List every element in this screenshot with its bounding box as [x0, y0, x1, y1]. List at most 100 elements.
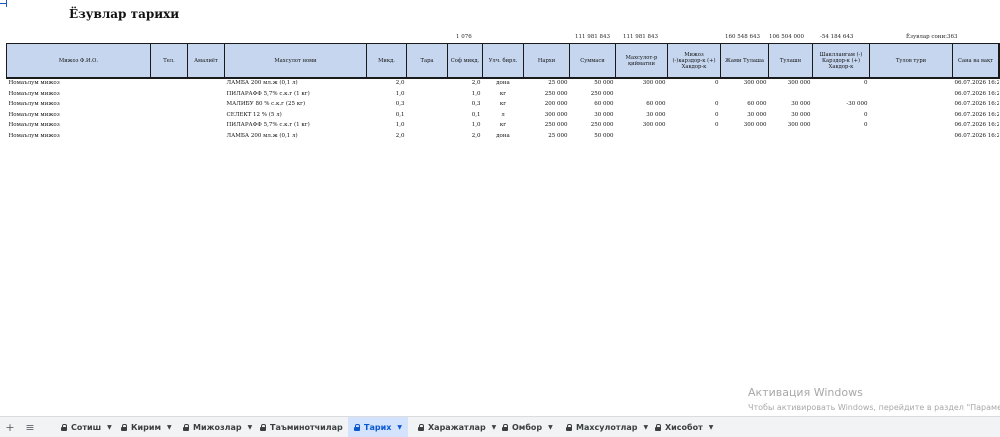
table-cell[interactable]: кг	[483, 120, 524, 131]
sheet-tab[interactable]: Таъминотчилар▼	[254, 417, 359, 437]
sheet-tab[interactable]: Мижозлар ▼	[177, 417, 258, 437]
table-cell[interactable]: 0	[813, 120, 870, 131]
sheet-tab[interactable]: Харажатлар ▼	[412, 417, 502, 437]
table-cell[interactable]	[668, 131, 721, 142]
table-cell[interactable]	[407, 99, 448, 110]
table-cell[interactable]	[616, 131, 668, 142]
table-cell[interactable]	[188, 131, 225, 142]
table-cell[interactable]: 30 000	[616, 110, 668, 121]
table-cell[interactable]	[769, 89, 813, 100]
table-cell[interactable]: 0,1	[367, 110, 407, 121]
table-cell[interactable]: 0	[668, 78, 721, 89]
table-cell[interactable]: кг	[483, 99, 524, 110]
table-cell[interactable]: 250 000	[570, 120, 616, 131]
table-cell[interactable]: 300 000	[769, 78, 813, 89]
table-cell[interactable]: 06.07.2026 16:20	[953, 89, 999, 100]
table-cell[interactable]: 0	[668, 120, 721, 131]
column-header[interactable]: Соф микд.	[447, 43, 483, 78]
sheet-tab[interactable]: Махсулотлар ▼	[560, 417, 654, 437]
table-cell[interactable]: 06.07.2026 16:20	[953, 78, 999, 89]
table-cell[interactable]: 1,0	[367, 120, 407, 131]
table-cell[interactable]: СЕЛЕКТ 12 % (5 л)	[225, 110, 367, 121]
table-cell[interactable]	[769, 131, 813, 142]
table-cell[interactable]	[668, 89, 721, 100]
chevron-down-icon[interactable]: ▼	[397, 424, 402, 431]
column-header[interactable]: Суммаси	[569, 43, 616, 78]
table-cell[interactable]: 1,0	[448, 89, 483, 100]
table-cell[interactable]: 0	[668, 99, 721, 110]
table-cell[interactable]: ЛАМБА 200 мл.ж (0,1 л)	[225, 131, 367, 142]
column-header[interactable]: Нархи	[523, 43, 570, 78]
column-header[interactable]: Шакллангам (-) Карздор-к (+) Хакдор-к	[812, 43, 870, 78]
table-cell[interactable]: Номаълум мижоз	[7, 110, 151, 121]
chevron-down-icon[interactable]: ▼	[548, 424, 553, 431]
table-cell[interactable]	[870, 110, 953, 121]
table-cell[interactable]: ЛАМБА 200 мл.ж (0,1 л)	[225, 78, 367, 89]
table-cell[interactable]	[616, 89, 668, 100]
table-cell[interactable]: 200 000	[524, 99, 570, 110]
table-cell[interactable]: 0	[813, 110, 870, 121]
table-cell[interactable]: Номаълум мижоз	[7, 78, 151, 89]
table-cell[interactable]: 06.07.2026 16:22	[953, 131, 999, 142]
table-cell[interactable]: 0	[813, 78, 870, 89]
table-cell[interactable]: 0	[668, 110, 721, 121]
sheet-tab[interactable]: Кирим ▼	[115, 417, 178, 437]
table-cell[interactable]: 06.07.2026 16:22	[953, 110, 999, 121]
table-cell[interactable]: 250 000	[524, 89, 570, 100]
table-cell[interactable]	[407, 89, 448, 100]
table-cell[interactable]	[870, 99, 953, 110]
table-cell[interactable]	[870, 78, 953, 89]
table-cell[interactable]: Номаълум мижоз	[7, 120, 151, 131]
table-cell[interactable]: 30 000	[721, 110, 769, 121]
column-header[interactable]: Улч. бирл.	[482, 43, 524, 78]
table-cell[interactable]: 300 000	[616, 120, 668, 131]
table-cell[interactable]: 06.07.2026 16:22	[953, 120, 999, 131]
table-cell[interactable]: 50 000	[570, 131, 616, 142]
table-cell[interactable]: 300 000	[721, 120, 769, 131]
table-cell[interactable]: 250 000	[524, 120, 570, 131]
table-cell[interactable]	[151, 78, 188, 89]
column-header[interactable]: Махсулот-р қийматни	[615, 43, 668, 78]
table-cell[interactable]	[721, 131, 769, 142]
table-cell[interactable]	[870, 120, 953, 131]
table-cell[interactable]: ПИЛАРАФФ 5,7% с.к.г (1 кг)	[225, 120, 367, 131]
table-cell[interactable]	[188, 110, 225, 121]
column-header[interactable]: Махсулот номи	[224, 43, 367, 78]
table-cell[interactable]	[407, 78, 448, 89]
table-cell[interactable]	[721, 89, 769, 100]
table-cell[interactable]: л	[483, 110, 524, 121]
table-cell[interactable]	[188, 89, 225, 100]
column-header[interactable]: Тел.	[150, 43, 188, 78]
table-cell[interactable]: 300 000	[769, 120, 813, 131]
table-cell[interactable]: -30 000	[813, 99, 870, 110]
table-cell[interactable]	[188, 120, 225, 131]
table-cell[interactable]: 0,3	[448, 99, 483, 110]
column-header[interactable]: Сана ва вақт	[952, 43, 999, 78]
table-cell[interactable]: ПИЛАРАФФ 5,7% с.к.г (1 кг)	[225, 89, 367, 100]
table-cell[interactable]	[813, 89, 870, 100]
chevron-down-icon[interactable]: ▼	[709, 424, 714, 431]
table-cell[interactable]	[407, 110, 448, 121]
table-cell[interactable]: дона	[483, 78, 524, 89]
plus-icon[interactable]: +	[0, 417, 20, 437]
table-cell[interactable]: 30 000	[769, 110, 813, 121]
table-cell[interactable]	[407, 131, 448, 142]
table-cell[interactable]: Номаълум мижоз	[7, 131, 151, 142]
table-cell[interactable]	[151, 99, 188, 110]
table-cell[interactable]	[407, 120, 448, 131]
column-header[interactable]: Тулов тури	[869, 43, 953, 78]
table-cell[interactable]: 300 000	[616, 78, 668, 89]
column-header[interactable]: Мижоз (-)карздор-к (+) Хакдор-к	[667, 43, 721, 78]
table-cell[interactable]: 50 000	[570, 78, 616, 89]
table-cell[interactable]	[151, 89, 188, 100]
table-cell[interactable]: 25 000	[524, 78, 570, 89]
table-cell[interactable]: 06.07.2026 16:21	[953, 99, 999, 110]
table-cell[interactable]: 60 000	[721, 99, 769, 110]
table-cell[interactable]: Номаълум мижоз	[7, 99, 151, 110]
table-cell[interactable]: 1,0	[448, 120, 483, 131]
table-cell[interactable]	[870, 131, 953, 142]
column-header[interactable]: Тулашн	[768, 43, 813, 78]
table-cell[interactable]	[188, 78, 225, 89]
table-cell[interactable]: 250 000	[570, 89, 616, 100]
column-header[interactable]: Жами Тулаша	[720, 43, 769, 78]
